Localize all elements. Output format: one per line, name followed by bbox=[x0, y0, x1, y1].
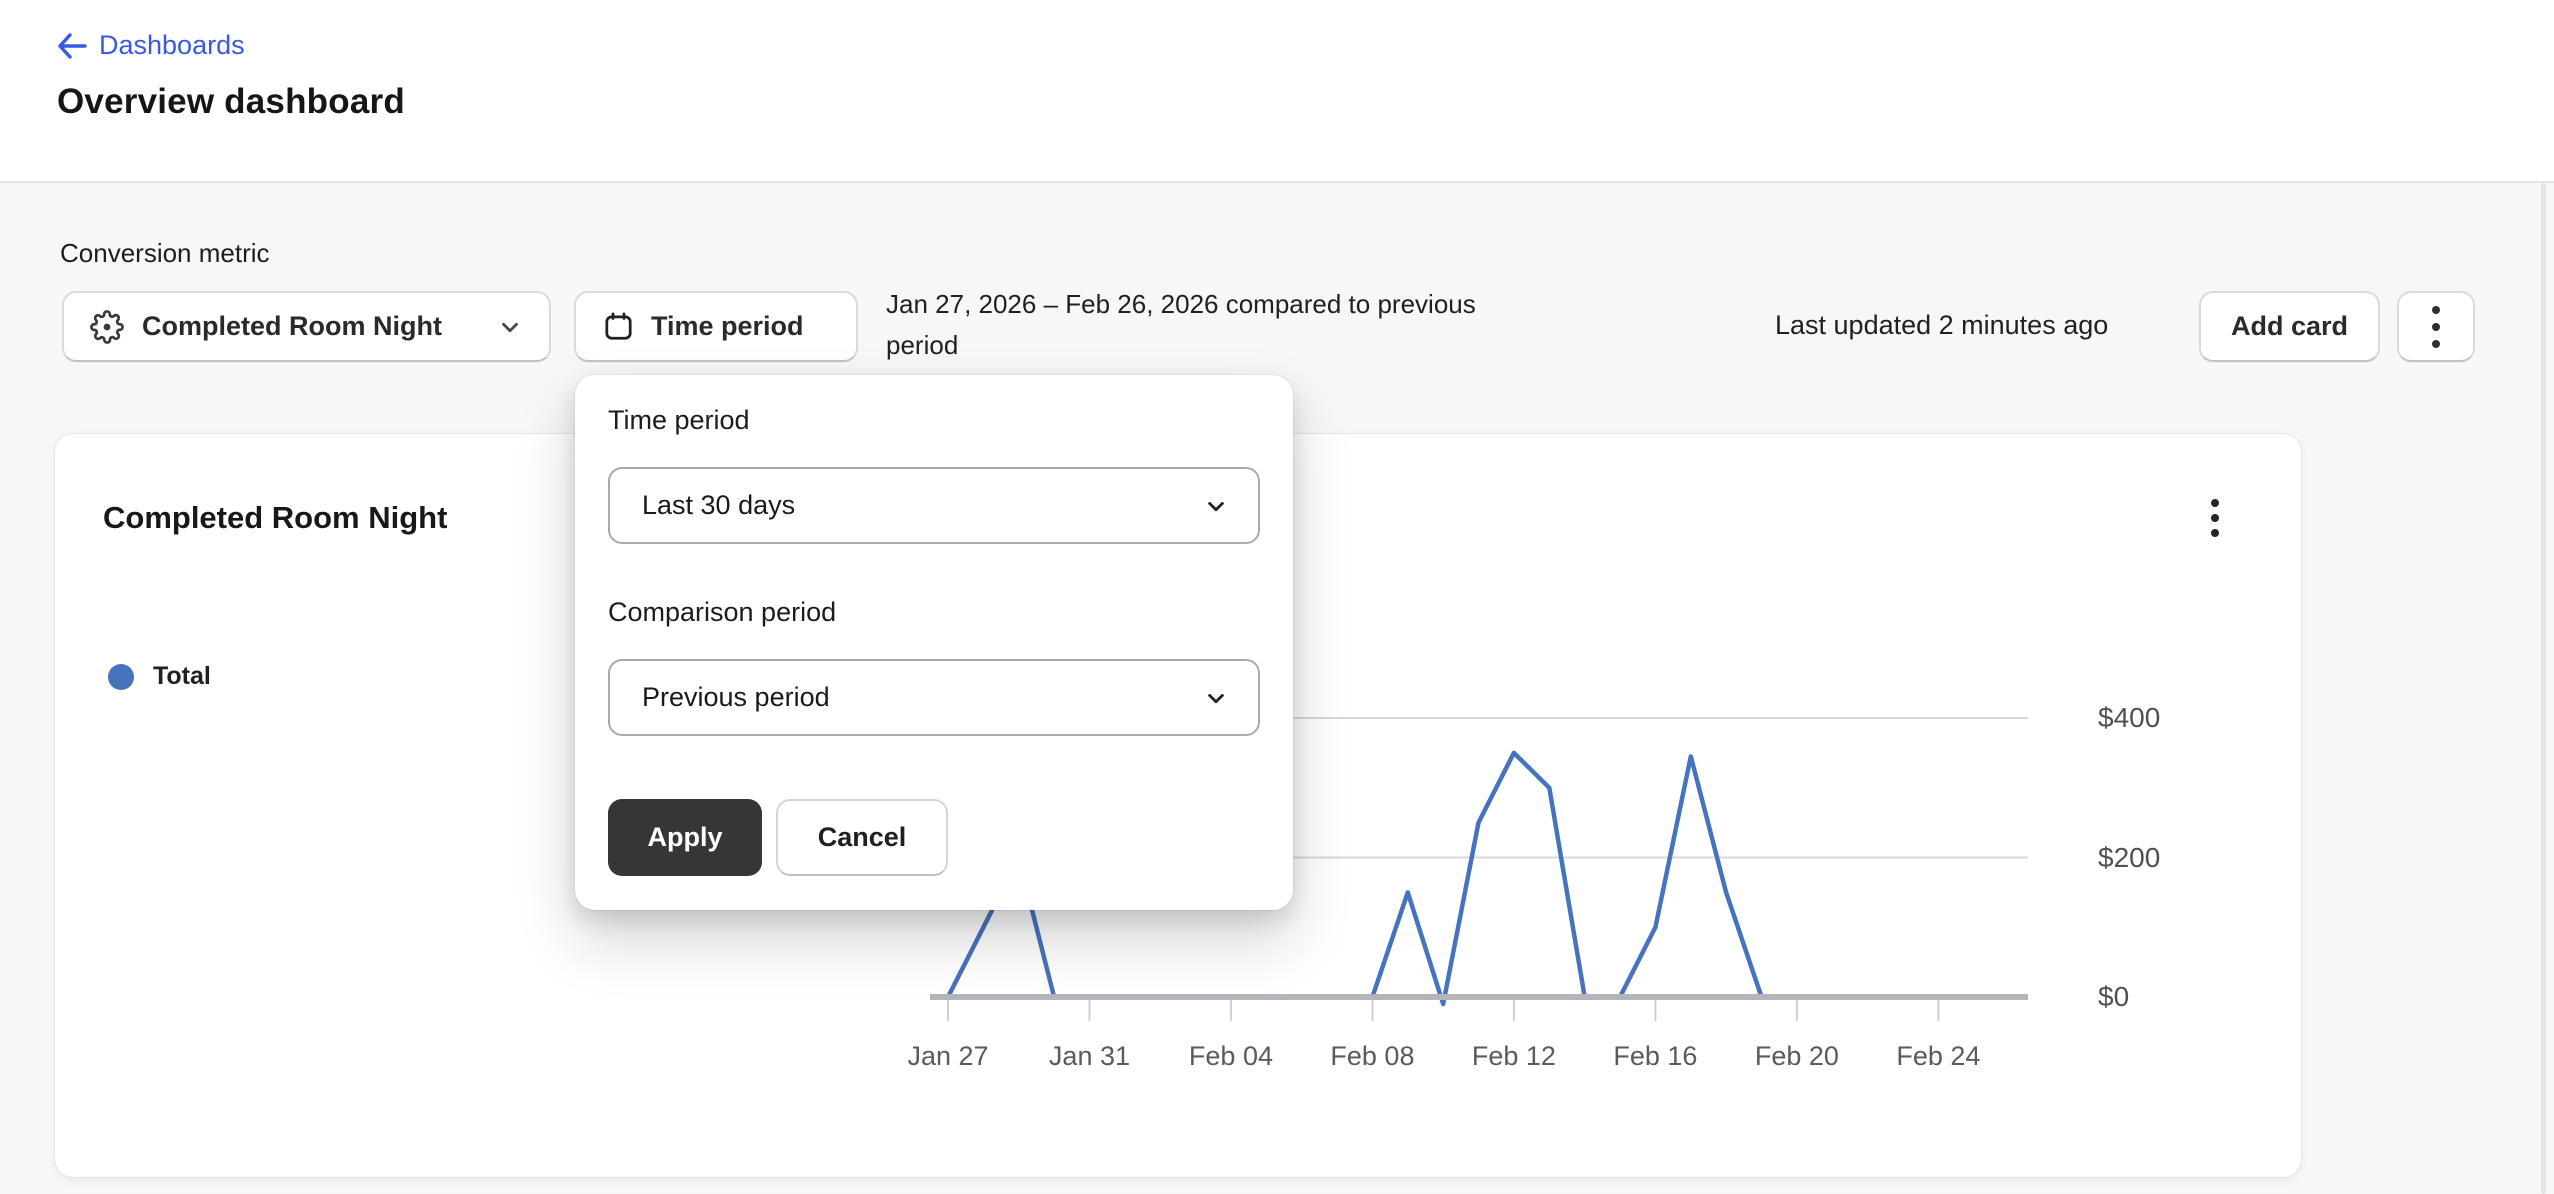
card-title: Completed Room Night bbox=[103, 500, 447, 536]
calendar-icon bbox=[602, 310, 635, 343]
x-axis-label: Feb 12 bbox=[1472, 1041, 1556, 1072]
popover-time-period-label: Time period bbox=[608, 405, 750, 436]
x-axis-label: Jan 31 bbox=[1049, 1041, 1130, 1072]
add-card-label: Add card bbox=[2231, 311, 2348, 342]
chevron-down-icon bbox=[1202, 492, 1230, 520]
popover-comparison-label: Comparison period bbox=[608, 597, 836, 628]
conversion-metric-button[interactable]: Completed Room Night bbox=[62, 291, 551, 362]
x-axis-label: Feb 04 bbox=[1189, 1041, 1273, 1072]
x-axis-label: Feb 24 bbox=[1896, 1041, 1980, 1072]
date-range-summary: Jan 27, 2026 – Feb 26, 2026 compared to … bbox=[886, 284, 1476, 366]
back-arrow-icon bbox=[57, 33, 87, 59]
y-axis-label: $0 bbox=[2098, 977, 2129, 1017]
time-period-select-value: Last 30 days bbox=[642, 490, 795, 521]
x-axis-label: Feb 20 bbox=[1755, 1041, 1839, 1072]
gear-icon bbox=[90, 310, 124, 344]
card-kebab-menu-button[interactable] bbox=[2193, 490, 2237, 546]
time-period-button-label: Time period bbox=[651, 311, 804, 342]
cancel-button[interactable]: Cancel bbox=[776, 799, 948, 876]
dashboard-kebab-menu-button[interactable] bbox=[2397, 291, 2475, 362]
x-axis-label: Feb 08 bbox=[1330, 1041, 1414, 1072]
page-title: Overview dashboard bbox=[57, 82, 405, 122]
comparison-period-select[interactable]: Previous period bbox=[608, 659, 1260, 736]
page-header: Dashboards Overview dashboard bbox=[0, 0, 2554, 183]
time-period-button[interactable]: Time period bbox=[574, 291, 858, 362]
legend-label: Total bbox=[153, 662, 211, 691]
breadcrumb-label[interactable]: Dashboards bbox=[99, 30, 245, 61]
conversion-metric-label: Conversion metric bbox=[60, 238, 270, 269]
cancel-button-label: Cancel bbox=[818, 822, 907, 853]
legend-item-total[interactable]: Total bbox=[108, 662, 211, 691]
chevron-down-icon bbox=[497, 314, 523, 340]
kebab-icon bbox=[2432, 306, 2440, 348]
legend-dot-icon bbox=[108, 664, 134, 690]
time-period-popover: Time period Last 30 days Comparison peri… bbox=[575, 375, 1293, 910]
y-axis-label: $400 bbox=[2098, 698, 2160, 738]
add-card-button[interactable]: Add card bbox=[2199, 291, 2380, 362]
y-axis-label: $200 bbox=[2098, 838, 2160, 878]
breadcrumb[interactable]: Dashboards bbox=[57, 30, 245, 61]
comparison-select-value: Previous period bbox=[642, 682, 830, 713]
apply-button[interactable]: Apply bbox=[608, 799, 762, 876]
scrollbar[interactable] bbox=[2541, 183, 2546, 1194]
apply-button-label: Apply bbox=[647, 822, 722, 853]
chevron-down-icon bbox=[1202, 684, 1230, 712]
conversion-metric-value: Completed Room Night bbox=[142, 311, 442, 342]
time-period-select[interactable]: Last 30 days bbox=[608, 467, 1260, 544]
x-axis-label: Jan 27 bbox=[907, 1041, 988, 1072]
last-updated-text: Last updated 2 minutes ago bbox=[1775, 310, 2108, 341]
x-axis-label: Feb 16 bbox=[1613, 1041, 1697, 1072]
